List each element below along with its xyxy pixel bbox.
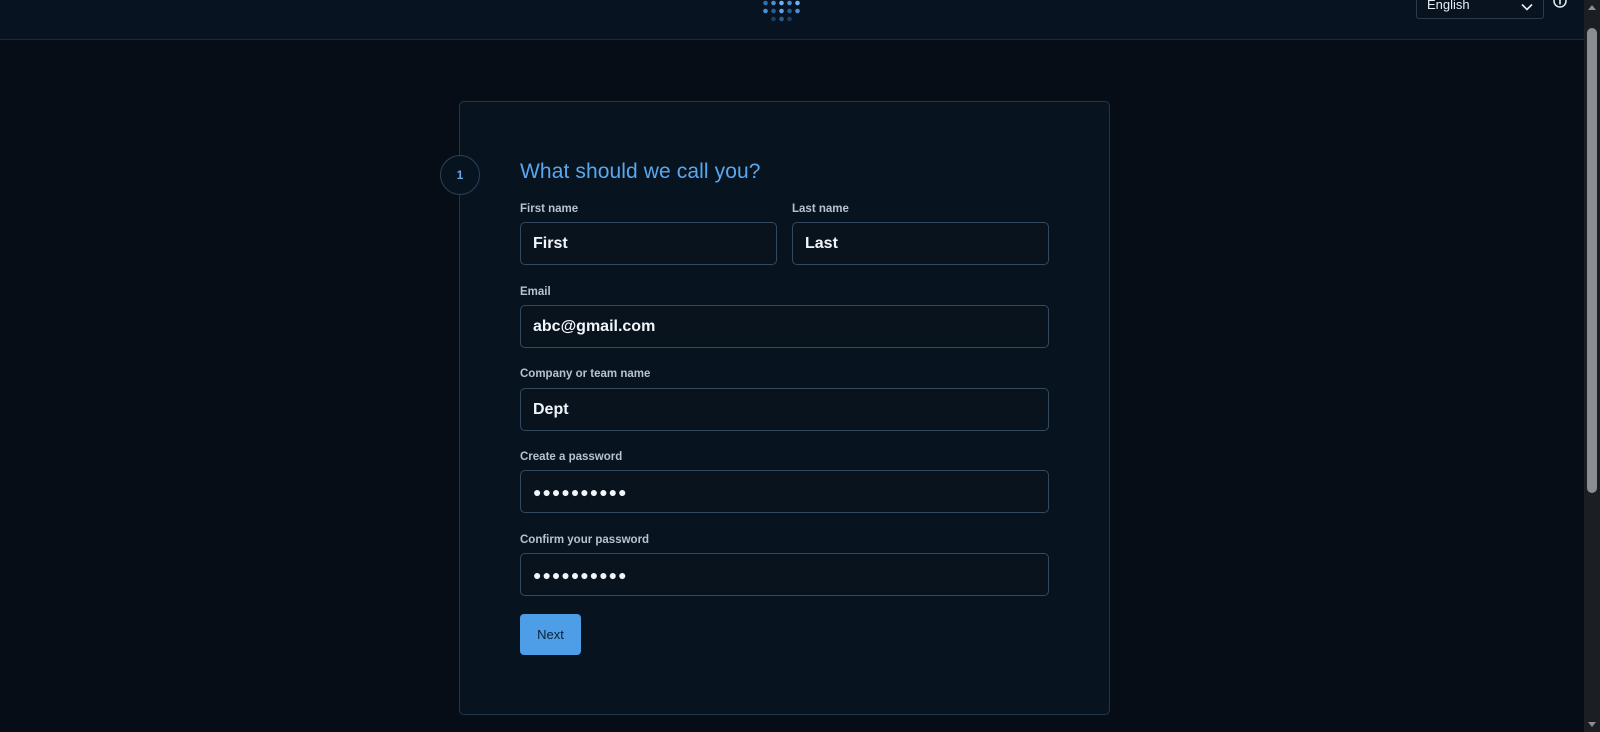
chevron-down-icon — [1521, 0, 1533, 18]
company-input[interactable] — [520, 388, 1049, 431]
scroll-down-icon[interactable] — [1588, 722, 1596, 727]
first-name-input[interactable] — [520, 222, 777, 265]
top-bar: English — [0, 0, 1584, 40]
page-title: What should we call you? — [520, 160, 761, 183]
email-label: Email — [520, 286, 551, 298]
confirm-password-input[interactable] — [520, 553, 1049, 596]
password-input[interactable] — [520, 470, 1049, 513]
last-name-input[interactable] — [792, 222, 1049, 265]
language-select[interactable]: English — [1416, 0, 1544, 19]
scrollbar-thumb[interactable] — [1587, 28, 1597, 493]
first-name-label: First name — [520, 203, 579, 215]
page-scrollbar[interactable] — [1584, 0, 1600, 732]
next-button[interactable]: Next — [520, 614, 581, 655]
step-indicator: 1 — [440, 155, 480, 195]
dot-grid-logo-icon[interactable] — [763, 0, 805, 26]
scroll-up-icon[interactable] — [1588, 5, 1596, 10]
confirm-password-label: Confirm your password — [520, 534, 650, 546]
password-label: Create a password — [520, 451, 623, 463]
email-field[interactable] — [520, 305, 1049, 348]
company-label: Company or team name — [520, 368, 651, 380]
language-select-value: English — [1427, 0, 1470, 12]
info-icon[interactable] — [1553, 0, 1567, 8]
last-name-label: Last name — [792, 203, 849, 215]
